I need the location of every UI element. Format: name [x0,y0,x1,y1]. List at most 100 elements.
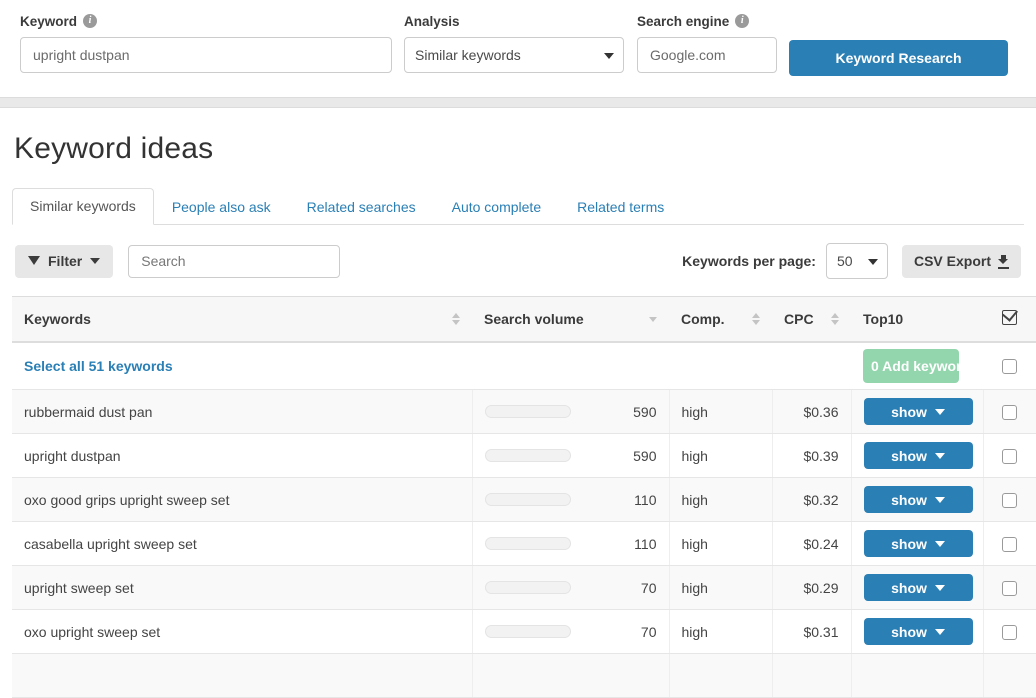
analysis-label: Analysis [404,12,624,30]
column-header-cpc[interactable]: CPC [772,297,851,343]
row-top10-cell: show [851,566,983,610]
info-icon[interactable]: i [735,14,749,28]
info-icon[interactable]: i [83,14,97,28]
row-search-volume: 110 [472,478,669,522]
row-checkbox-cell [983,654,1036,698]
row-search-volume: 590 [472,434,669,478]
row-search-volume-value: 590 [585,404,657,420]
select-all-row: Select all 51 keywords 0 Add keywords [12,342,1036,390]
sort-icon [742,313,760,325]
select-all-cell: Select all 51 keywords [12,342,851,390]
table-row: oxo upright sweep set 70 high $0.31 show [12,610,1036,654]
volume-bar-track [485,581,571,594]
row-checkbox[interactable] [1002,405,1017,420]
sort-desc-icon [639,317,657,322]
keyword-label: Keyword i [20,12,392,30]
column-header-top10: Top10 [851,297,983,343]
tab-similar-keywords[interactable]: Similar keywords [12,188,154,225]
row-search-volume: 110 [472,522,669,566]
keyword-ideas-tabs: Similar keywords People also ask Related… [12,188,1024,225]
column-header-comp-label: Comp. [681,311,725,327]
csv-export-button[interactable]: CSV Export [902,245,1021,278]
search-engine-label: Search engine i [637,12,777,30]
table-row: upright dustpan 590 high $0.39 show [12,434,1036,478]
select-all-checkbox[interactable] [1002,359,1017,374]
tab-related-searches[interactable]: Related searches [289,189,434,225]
row-competition: high [669,566,772,610]
row-checkbox[interactable] [1002,581,1017,596]
search-engine-field-group: Search engine i [637,12,777,73]
row-top10-cell: show [851,390,983,434]
add-keywords-button[interactable]: 0 Add keywords [863,349,959,383]
show-top10-button[interactable]: show [864,398,973,425]
add-keywords-cell: 0 Add keywords [851,342,983,390]
column-header-select-all[interactable] [983,297,1036,343]
row-search-volume [472,654,669,698]
keyword-input[interactable] [20,37,392,73]
row-top10-cell [851,654,983,698]
tab-auto-complete[interactable]: Auto complete [434,189,560,225]
row-checkbox[interactable] [1002,537,1017,552]
funnel-icon [28,256,40,265]
show-top10-button[interactable]: show [864,486,973,513]
table-head: Keywords Search volume Comp. [12,297,1036,343]
row-top10-cell: show [851,478,983,522]
table-row: casabella upright sweep set 110 high $0.… [12,522,1036,566]
volume-bar-track [485,625,571,638]
search-engine-label-text: Search engine [637,14,729,29]
row-checkbox-cell [983,390,1036,434]
chevron-down-icon [935,453,945,459]
select-all-checkbox-cell [983,342,1036,390]
row-search-volume-value: 110 [585,492,657,508]
show-top10-button[interactable]: show [864,618,973,645]
tab-people-also-ask[interactable]: People also ask [154,189,289,225]
search-input[interactable] [128,245,340,278]
show-button-label: show [891,404,927,420]
row-competition: high [669,434,772,478]
column-header-search-volume[interactable]: Search volume [472,297,669,343]
row-search-volume-value: 70 [585,624,657,640]
volume-bar-track [485,405,571,418]
analysis-select[interactable]: Similar keywords [404,37,624,73]
chevron-down-icon [935,585,945,591]
column-header-comp[interactable]: Comp. [669,297,772,343]
filter-button[interactable]: Filter [15,245,113,278]
row-competition [669,654,772,698]
row-cpc: $0.39 [772,434,851,478]
show-top10-button[interactable]: show [864,442,973,469]
volume-bar-track [485,537,571,550]
search-engine-input[interactable] [637,37,777,73]
table-header-row: Keywords Search volume Comp. [12,297,1036,343]
section-divider [0,97,1036,108]
column-header-keywords[interactable]: Keywords [12,297,472,343]
keyword-search-form: Keyword i Analysis Similar keywords Sear… [0,0,1036,97]
table-toolbar: Filter Keywords per page: 50 CSV Export [12,244,1024,278]
keywords-per-page-select[interactable]: 50 [826,243,888,279]
row-cpc: $0.24 [772,522,851,566]
csv-export-label: CSV Export [914,253,991,269]
checkbox-all-icon[interactable] [1002,310,1017,325]
show-top10-button[interactable]: show [864,574,973,601]
table-row-partial [12,654,1036,698]
select-all-keywords-link[interactable]: Select all 51 keywords [24,358,173,374]
show-top10-button[interactable]: show [864,530,973,557]
row-search-volume-value: 70 [585,580,657,596]
filter-button-label: Filter [48,253,82,269]
row-checkbox[interactable] [1002,625,1017,640]
keyword-research-button[interactable]: Keyword Research [789,40,1008,76]
row-cpc: $0.32 [772,478,851,522]
show-button-label: show [891,448,927,464]
row-top10-cell: show [851,434,983,478]
tab-related-terms[interactable]: Related terms [559,189,682,225]
keyword-label-text: Keyword [20,14,77,29]
table-row: upright sweep set 70 high $0.29 show [12,566,1036,610]
sort-icon [442,313,460,325]
row-checkbox[interactable] [1002,493,1017,508]
column-header-top10-label: Top10 [863,311,903,327]
row-cpc: $0.29 [772,566,851,610]
row-keyword: oxo good grips upright sweep set [12,478,472,522]
row-checkbox[interactable] [1002,449,1017,464]
chevron-down-icon [935,629,945,635]
sort-icon [821,313,839,325]
analysis-label-text: Analysis [404,14,460,29]
